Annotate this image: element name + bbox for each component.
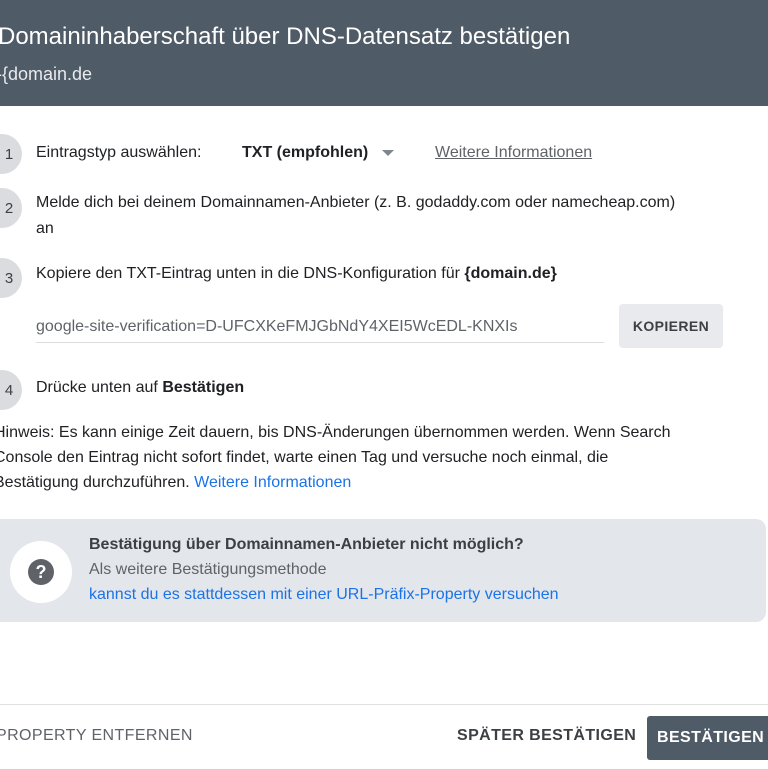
step-2-number: 2 — [0, 188, 22, 228]
chevron-down-icon — [382, 150, 395, 156]
step-4-instruction: Drücke unten auf — [36, 379, 158, 396]
help-icon: ? — [28, 559, 54, 585]
dialog-title: Domaininhaberschaft über DNS-Datensatz b… — [0, 23, 571, 50]
info-box-title: Bestätigung über Domainnamen-Anbieter ni… — [89, 536, 524, 553]
txt-record-value[interactable]: google-site-verification=D-UFCXKeFMJGbNd… — [36, 312, 604, 343]
step-2-line-1: Melde dich bei deinem Domainnamen-Anbiet… — [36, 194, 676, 211]
remove-property-button[interactable]: PROPERTY ENTFERNEN — [0, 727, 193, 745]
hint-info-link[interactable]: Weitere Informationen — [194, 474, 351, 491]
step-4-number: 4 — [0, 370, 22, 410]
hint-text: Hinweis: Es kann einige Zeit dauern, bis… — [0, 420, 764, 495]
help-icon-circle: ? — [10, 541, 72, 603]
record-type-dropdown[interactable]: TXT (empfohlen) — [242, 140, 395, 166]
dialog-subtitle: -{domain.de — [0, 64, 93, 84]
step-2-line-2: an — [36, 220, 54, 237]
step-2-text: Melde dich bei deinem Domainnamen-Anbiet… — [36, 190, 675, 242]
step-1-number: 1 — [0, 134, 22, 174]
hint-line-2: Console den Eintrag nicht sofort findet,… — [0, 449, 609, 466]
verify-button[interactable]: BESTÄTIGEN — [647, 716, 768, 760]
step-4-text: Drücke unten auf Bestätigen — [36, 375, 244, 401]
hint-line-1: Hinweis: Es kann einige Zeit dauern, bis… — [0, 424, 671, 441]
alternative-method-box: ? Bestätigung über Domainnamen-Anbieter … — [0, 519, 766, 622]
url-prefix-link[interactable]: kannst du es stattdessen mit einer URL-P… — [89, 586, 559, 604]
step-1-label: Eintragstyp auswählen: — [36, 144, 202, 161]
step-3-number: 3 — [0, 258, 22, 298]
verify-later-button[interactable]: SPÄTER BESTÄTIGEN — [457, 727, 636, 745]
step-4-bold: Bestätigen — [162, 379, 245, 396]
step-3-instruction: Kopiere den TXT-Eintrag unten in die DNS… — [36, 265, 460, 282]
step-1-info-link[interactable]: Weitere Informationen — [435, 140, 592, 166]
step-3-text: Kopiere den TXT-Eintrag unten in die DNS… — [36, 261, 557, 287]
record-type-value: TXT (empfohlen) — [242, 144, 369, 161]
info-box-subtitle: Als weitere Bestätigungsmethode — [89, 561, 327, 578]
step-3-domain: {domain.de} — [464, 265, 557, 282]
dialog-header: Domaininhaberschaft über DNS-Datensatz b… — [0, 0, 768, 106]
copy-button[interactable]: KOPIEREN — [619, 304, 723, 348]
hint-line-3: Bestätigung durchzuführen. — [0, 474, 190, 491]
dialog-footer: PROPERTY ENTFERNEN SPÄTER BESTÄTIGEN BES… — [0, 704, 768, 769]
